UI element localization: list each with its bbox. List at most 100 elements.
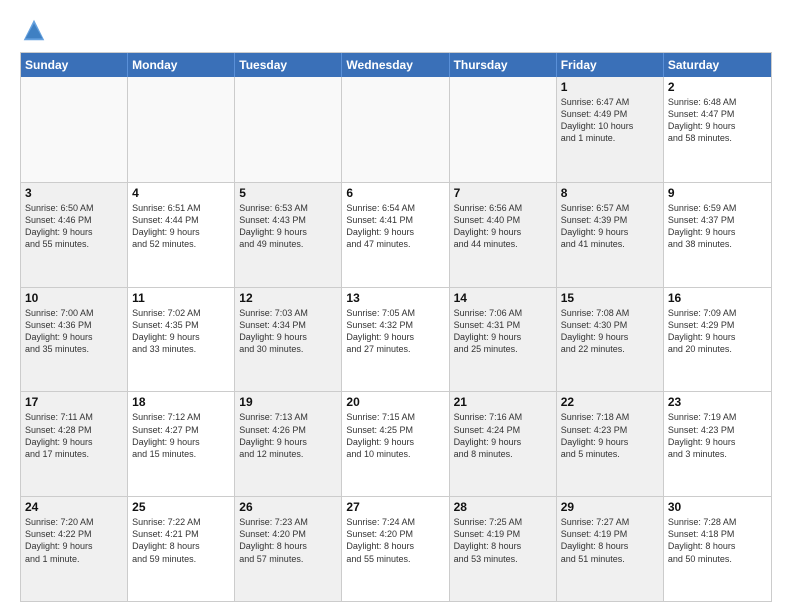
day-number: 7: [454, 186, 552, 200]
empty-cell-0-4: [450, 77, 557, 182]
weekday-header-sunday: Sunday: [21, 53, 128, 77]
logo: [20, 16, 52, 44]
day-detail: Sunrise: 7:27 AM Sunset: 4:19 PM Dayligh…: [561, 516, 659, 565]
day-cell-23: 23 Sunrise: 7:19 AM Sunset: 4:23 PM Dayli…: [664, 392, 771, 496]
day-number: 26: [239, 500, 337, 514]
day-number: 12: [239, 291, 337, 305]
day-number: 21: [454, 395, 552, 409]
empty-cell-0-2: [235, 77, 342, 182]
day-detail: Sunrise: 7:25 AM Sunset: 4:19 PM Dayligh…: [454, 516, 552, 565]
empty-cell-0-0: [21, 77, 128, 182]
calendar-header: SundayMondayTuesdayWednesdayThursdayFrid…: [21, 53, 771, 77]
day-number: 19: [239, 395, 337, 409]
day-number: 1: [561, 80, 659, 94]
day-number: 13: [346, 291, 444, 305]
day-number: 8: [561, 186, 659, 200]
day-number: 4: [132, 186, 230, 200]
day-detail: Sunrise: 6:48 AM Sunset: 4:47 PM Dayligh…: [668, 96, 767, 145]
day-number: 27: [346, 500, 444, 514]
calendar: SundayMondayTuesdayWednesdayThursdayFrid…: [20, 52, 772, 602]
day-number: 29: [561, 500, 659, 514]
day-cell-7: 7 Sunrise: 6:56 AM Sunset: 4:40 PM Daylig…: [450, 183, 557, 287]
week-row-1: 3 Sunrise: 6:50 AM Sunset: 4:46 PM Daylig…: [21, 182, 771, 287]
day-cell-28: 28 Sunrise: 7:25 AM Sunset: 4:19 PM Dayli…: [450, 497, 557, 601]
day-detail: Sunrise: 7:08 AM Sunset: 4:30 PM Dayligh…: [561, 307, 659, 356]
day-cell-19: 19Sunrise: 7:13 AM Sunset: 4:26 PM Dayli…: [235, 392, 342, 496]
day-number: 9: [668, 186, 767, 200]
weekday-header-friday: Friday: [557, 53, 664, 77]
calendar-body: 1 Sunrise: 6:47 AM Sunset: 4:49 PM Daylig…: [21, 77, 771, 601]
day-number: 23: [668, 395, 767, 409]
day-number: 30: [668, 500, 767, 514]
empty-cell-0-3: [342, 77, 449, 182]
day-detail: Sunrise: 7:22 AM Sunset: 4:21 PM Dayligh…: [132, 516, 230, 565]
header: [20, 16, 772, 44]
day-detail: Sunrise: 7:03 AM Sunset: 4:34 PM Dayligh…: [239, 307, 337, 356]
day-number: 22: [561, 395, 659, 409]
day-number: 15: [561, 291, 659, 305]
day-cell-21: 21Sunrise: 7:16 AM Sunset: 4:24 PM Dayli…: [450, 392, 557, 496]
day-number: 25: [132, 500, 230, 514]
day-detail: Sunrise: 6:54 AM Sunset: 4:41 PM Dayligh…: [346, 202, 444, 251]
day-detail: Sunrise: 6:47 AM Sunset: 4:49 PM Dayligh…: [561, 96, 659, 145]
day-cell-27: 27 Sunrise: 7:24 AM Sunset: 4:20 PM Dayli…: [342, 497, 449, 601]
day-detail: Sunrise: 6:59 AM Sunset: 4:37 PM Dayligh…: [668, 202, 767, 251]
day-cell-14: 14 Sunrise: 7:06 AM Sunset: 4:31 PM Dayli…: [450, 288, 557, 392]
weekday-header-saturday: Saturday: [664, 53, 771, 77]
day-detail: Sunrise: 7:12 AM Sunset: 4:27 PM Dayligh…: [132, 411, 230, 460]
day-cell-3: 3 Sunrise: 6:50 AM Sunset: 4:46 PM Daylig…: [21, 183, 128, 287]
day-detail: Sunrise: 7:19 AM Sunset: 4:23 PM Dayligh…: [668, 411, 767, 460]
day-cell-10: 10Sunrise: 7:00 AM Sunset: 4:36 PM Dayli…: [21, 288, 128, 392]
day-cell-6: 6 Sunrise: 6:54 AM Sunset: 4:41 PM Daylig…: [342, 183, 449, 287]
day-detail: Sunrise: 7:09 AM Sunset: 4:29 PM Dayligh…: [668, 307, 767, 356]
day-detail: Sunrise: 7:18 AM Sunset: 4:23 PM Dayligh…: [561, 411, 659, 460]
weekday-header-monday: Monday: [128, 53, 235, 77]
day-cell-13: 13 Sunrise: 7:05 AM Sunset: 4:32 PM Dayli…: [342, 288, 449, 392]
week-row-0: 1 Sunrise: 6:47 AM Sunset: 4:49 PM Daylig…: [21, 77, 771, 182]
day-detail: Sunrise: 7:15 AM Sunset: 4:25 PM Dayligh…: [346, 411, 444, 460]
day-number: 10: [25, 291, 123, 305]
day-detail: Sunrise: 7:02 AM Sunset: 4:35 PM Dayligh…: [132, 307, 230, 356]
day-number: 6: [346, 186, 444, 200]
day-cell-20: 20Sunrise: 7:15 AM Sunset: 4:25 PM Dayli…: [342, 392, 449, 496]
day-number: 5: [239, 186, 337, 200]
day-cell-9: 9 Sunrise: 6:59 AM Sunset: 4:37 PM Daylig…: [664, 183, 771, 287]
day-cell-11: 11 Sunrise: 7:02 AM Sunset: 4:35 PM Dayli…: [128, 288, 235, 392]
day-detail: Sunrise: 7:11 AM Sunset: 4:28 PM Dayligh…: [25, 411, 123, 460]
day-detail: Sunrise: 7:28 AM Sunset: 4:18 PM Dayligh…: [668, 516, 767, 565]
day-cell-17: 17 Sunrise: 7:11 AM Sunset: 4:28 PM Dayli…: [21, 392, 128, 496]
page: SundayMondayTuesdayWednesdayThursdayFrid…: [0, 0, 792, 612]
day-detail: Sunrise: 6:57 AM Sunset: 4:39 PM Dayligh…: [561, 202, 659, 251]
logo-icon: [20, 16, 48, 44]
week-row-2: 10Sunrise: 7:00 AM Sunset: 4:36 PM Dayli…: [21, 287, 771, 392]
day-cell-16: 16 Sunrise: 7:09 AM Sunset: 4:29 PM Dayli…: [664, 288, 771, 392]
empty-cell-0-1: [128, 77, 235, 182]
day-detail: Sunrise: 7:06 AM Sunset: 4:31 PM Dayligh…: [454, 307, 552, 356]
day-cell-29: 29 Sunrise: 7:27 AM Sunset: 4:19 PM Dayli…: [557, 497, 664, 601]
day-cell-1: 1 Sunrise: 6:47 AM Sunset: 4:49 PM Daylig…: [557, 77, 664, 182]
day-detail: Sunrise: 6:51 AM Sunset: 4:44 PM Dayligh…: [132, 202, 230, 251]
day-number: 28: [454, 500, 552, 514]
day-cell-2: 2 Sunrise: 6:48 AM Sunset: 4:47 PM Daylig…: [664, 77, 771, 182]
day-number: 17: [25, 395, 123, 409]
day-detail: Sunrise: 7:20 AM Sunset: 4:22 PM Dayligh…: [25, 516, 123, 565]
day-cell-12: 12 Sunrise: 7:03 AM Sunset: 4:34 PM Dayli…: [235, 288, 342, 392]
day-cell-22: 22 Sunrise: 7:18 AM Sunset: 4:23 PM Dayli…: [557, 392, 664, 496]
day-number: 14: [454, 291, 552, 305]
day-detail: Sunrise: 6:50 AM Sunset: 4:46 PM Dayligh…: [25, 202, 123, 251]
week-row-3: 17 Sunrise: 7:11 AM Sunset: 4:28 PM Dayli…: [21, 391, 771, 496]
day-number: 3: [25, 186, 123, 200]
day-detail: Sunrise: 6:56 AM Sunset: 4:40 PM Dayligh…: [454, 202, 552, 251]
day-cell-18: 18Sunrise: 7:12 AM Sunset: 4:27 PM Dayli…: [128, 392, 235, 496]
day-cell-4: 4 Sunrise: 6:51 AM Sunset: 4:44 PM Daylig…: [128, 183, 235, 287]
day-detail: Sunrise: 7:24 AM Sunset: 4:20 PM Dayligh…: [346, 516, 444, 565]
day-number: 2: [668, 80, 767, 94]
day-number: 11: [132, 291, 230, 305]
day-number: 24: [25, 500, 123, 514]
week-row-4: 24 Sunrise: 7:20 AM Sunset: 4:22 PM Dayli…: [21, 496, 771, 601]
day-detail: Sunrise: 7:23 AM Sunset: 4:20 PM Dayligh…: [239, 516, 337, 565]
day-number: 16: [668, 291, 767, 305]
day-cell-26: 26 Sunrise: 7:23 AM Sunset: 4:20 PM Dayli…: [235, 497, 342, 601]
weekday-header-tuesday: Tuesday: [235, 53, 342, 77]
day-detail: Sunrise: 7:05 AM Sunset: 4:32 PM Dayligh…: [346, 307, 444, 356]
